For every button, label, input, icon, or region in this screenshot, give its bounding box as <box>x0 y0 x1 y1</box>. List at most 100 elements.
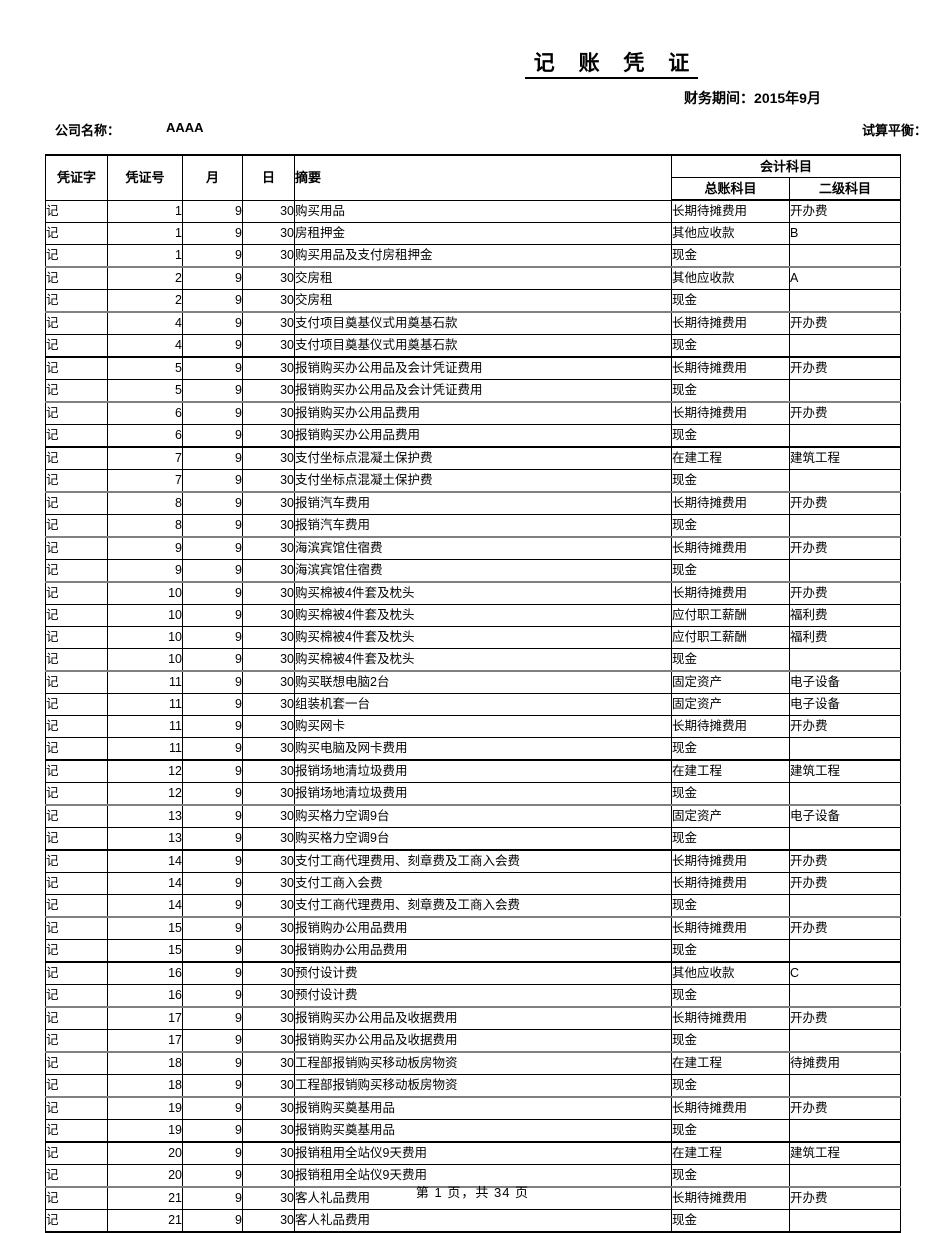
cell-summary: 报销购买办公用品及收据费用 <box>294 1029 672 1053</box>
cell-general-ledger: 应付职工薪酬 <box>671 626 790 649</box>
cell-day: 30 <box>242 693 295 716</box>
cell-general-ledger: 长期待摊费用 <box>671 199 790 223</box>
cell-general-ledger: 固定资产 <box>671 670 790 694</box>
cell-month: 9 <box>182 604 243 627</box>
cell-month: 9 <box>182 648 243 672</box>
cell-sub-account: 开办费 <box>788 311 902 335</box>
cell-voucher-no: 9 <box>107 559 183 583</box>
cell-month: 9 <box>182 693 243 716</box>
cell-voucher-no: 4 <box>107 311 183 335</box>
cell-summary: 预付设计费 <box>294 961 672 985</box>
cell-voucher-no: 10 <box>107 581 183 605</box>
table-row: 记 16 9 30 预付设计费 其他应收款 C <box>45 961 902 985</box>
cell-day: 30 <box>242 1051 295 1075</box>
cell-voucher-word: 记 <box>45 1051 108 1075</box>
cell-general-ledger: 现金 <box>671 1029 790 1053</box>
company-name-label: 公司名称： <box>55 123 121 138</box>
cell-month: 9 <box>182 1074 243 1098</box>
cell-sub-account <box>788 379 902 403</box>
cell-summary: 海滨宾馆住宿费 <box>294 559 672 583</box>
table-row: 记 17 9 30 报销购买办公用品及收据费用 现金 <box>45 1029 902 1053</box>
cell-day: 30 <box>242 401 295 425</box>
cell-summary: 购买网卡 <box>294 715 672 738</box>
cell-month: 9 <box>182 715 243 738</box>
cell-day: 30 <box>242 894 295 918</box>
cell-month: 9 <box>182 446 243 470</box>
cell-sub-account <box>788 1209 902 1233</box>
cell-sub-account <box>788 1029 902 1053</box>
cell-month: 9 <box>182 514 243 538</box>
cell-summary: 房租押金 <box>294 222 672 245</box>
cell-voucher-word: 记 <box>45 559 108 583</box>
cell-voucher-no: 8 <box>107 491 183 515</box>
cell-general-ledger: 长期待摊费用 <box>671 581 790 605</box>
cell-general-ledger: 现金 <box>671 1074 790 1098</box>
cell-sub-account <box>788 559 902 583</box>
cell-general-ledger: 长期待摊费用 <box>671 715 790 738</box>
table-row: 记 4 9 30 支付项目奠基仪式用奠基石款 现金 <box>45 334 902 358</box>
table-row: 记 6 9 30 报销购买办公用品费用 现金 <box>45 424 902 448</box>
cell-voucher-word: 记 <box>45 289 108 313</box>
cell-sub-account: 福利费 <box>788 626 902 649</box>
cell-day: 30 <box>242 1209 295 1233</box>
col-header-account-group: 会计科目 <box>670 154 902 178</box>
cell-sub-account: 开办费 <box>788 581 902 605</box>
col-header-summary: 摘要 <box>294 154 672 201</box>
cell-voucher-no: 7 <box>107 446 183 470</box>
cell-general-ledger: 现金 <box>671 334 790 358</box>
cell-sub-account <box>788 469 902 493</box>
table-row: 记 2 9 30 交房租 现金 <box>45 289 902 313</box>
page-title: 记 账 凭 证 <box>524 52 699 80</box>
table-row: 记 14 9 30 支付工商代理费用、刻章费及工商入会费 长期待摊费用 开办费 <box>45 849 902 873</box>
cell-month: 9 <box>182 469 243 493</box>
cell-voucher-no: 8 <box>107 514 183 538</box>
table-row: 记 18 9 30 工程部报销购买移动板房物资 现金 <box>45 1074 902 1098</box>
cell-voucher-no: 11 <box>107 693 183 716</box>
cell-summary: 报销购买办公用品及收据费用 <box>294 1006 672 1030</box>
cell-day: 30 <box>242 446 295 470</box>
cell-day: 30 <box>242 759 295 783</box>
cell-day: 30 <box>242 782 295 806</box>
cell-general-ledger: 在建工程 <box>671 759 790 783</box>
cell-sub-account <box>788 648 902 672</box>
cell-voucher-word: 记 <box>45 1006 108 1030</box>
cell-month: 9 <box>182 961 243 985</box>
cell-voucher-no: 20 <box>107 1141 183 1165</box>
cell-voucher-word: 记 <box>45 715 108 738</box>
meta-row: 公司名称： AAAA 试算平衡： <box>0 120 945 140</box>
cell-month: 9 <box>182 559 243 583</box>
cell-summary: 购买电脑及网卡费用 <box>294 737 672 761</box>
cell-voucher-word: 记 <box>45 804 108 828</box>
cell-summary: 支付项目奠基仪式用奠基石款 <box>294 311 672 335</box>
cell-sub-account <box>788 1119 902 1143</box>
cell-voucher-word: 记 <box>45 469 108 493</box>
cell-month: 9 <box>182 916 243 940</box>
cell-voucher-word: 记 <box>45 1074 108 1098</box>
cell-general-ledger: 现金 <box>671 244 790 268</box>
cell-month: 9 <box>182 939 243 963</box>
cell-voucher-word: 记 <box>45 491 108 515</box>
cell-month: 9 <box>182 266 243 290</box>
table-row: 记 11 9 30 购买网卡 长期待摊费用 开办费 <box>45 715 902 738</box>
table-row: 记 1 9 30 购买用品 长期待摊费用 开办费 <box>45 199 902 223</box>
cell-voucher-no: 7 <box>107 469 183 493</box>
cell-sub-account <box>788 894 902 918</box>
cell-general-ledger: 其他应收款 <box>671 222 790 245</box>
cell-day: 30 <box>242 266 295 290</box>
cell-sub-account: 建筑工程 <box>788 759 902 783</box>
cell-voucher-word: 记 <box>45 916 108 940</box>
cell-month: 9 <box>182 1051 243 1075</box>
cell-month: 9 <box>182 1141 243 1165</box>
cell-sub-account: A <box>788 266 902 290</box>
table-row: 记 10 9 30 购买棉被4件套及枕头 应付职工薪酬 福利费 <box>45 604 902 627</box>
cell-general-ledger: 其他应收款 <box>671 266 790 290</box>
cell-month: 9 <box>182 849 243 873</box>
cell-day: 30 <box>242 491 295 515</box>
cell-summary: 购买棉被4件套及枕头 <box>294 648 672 672</box>
cell-general-ledger: 长期待摊费用 <box>671 872 790 895</box>
cell-voucher-word: 记 <box>45 424 108 448</box>
cell-summary: 预付设计费 <box>294 984 672 1008</box>
cell-voucher-word: 记 <box>45 581 108 605</box>
cell-voucher-no: 14 <box>107 894 183 918</box>
cell-month: 9 <box>182 759 243 783</box>
